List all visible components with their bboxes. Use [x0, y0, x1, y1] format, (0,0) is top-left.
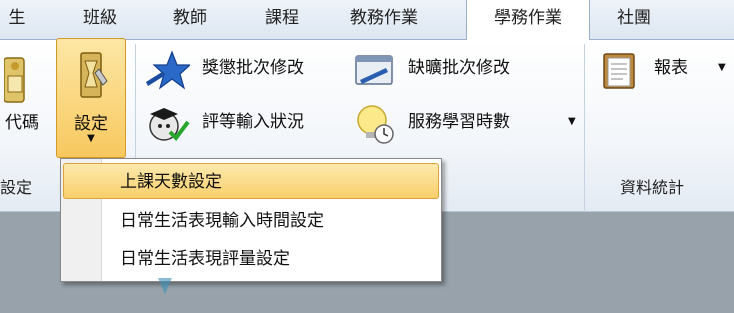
report-button[interactable]: 報表 ▼ [598, 50, 726, 89]
menu-item-daily-performance-evaluation-setting[interactable]: 日常生活表現評量設定 [63, 241, 439, 277]
reward-batch-modify-button[interactable]: 獎懲批次修改 [146, 50, 342, 90]
chevron-down-icon: ▼ [568, 116, 576, 127]
group-separator [584, 44, 585, 212]
star-icon [146, 50, 190, 90]
graduate-check-icon [149, 108, 190, 142]
settings-button[interactable]: 設定 ▼ [56, 38, 126, 158]
group-label-settings: 設定 [0, 178, 33, 197]
settings-dropdown-menu: 上課天數設定 日常生活表現輸入時間設定 日常生活表現評量設定 [60, 158, 442, 282]
settings-icon [80, 52, 108, 98]
code-button-label: 代碼 [5, 113, 39, 133]
absence-batch-modify-button[interactable]: 缺曠批次修改 [352, 50, 548, 86]
absence-sheet-icon [355, 55, 393, 85]
settings-button-label: 設定 [74, 114, 108, 134]
background-shape [158, 278, 172, 294]
absence-batch-modify-label: 缺曠批次修改 [408, 58, 510, 78]
service-learning-hours-button[interactable]: 服務學習時數 ▼ [352, 104, 576, 144]
menu-item-class-days-setting[interactable]: 上課天數設定 [63, 163, 439, 199]
chevron-down-icon: ▼ [718, 62, 726, 73]
chevron-down-icon: ▼ [87, 133, 95, 144]
group-label-data-statistics: 資料統計 [620, 178, 685, 197]
tab-student[interactable]: 生 [0, 0, 34, 40]
rating-input-status-label: 評等輸入狀況 [202, 112, 304, 132]
tab-teacher[interactable]: 教師 [160, 0, 220, 40]
tab-course[interactable]: 課程 [252, 0, 312, 40]
tab-club[interactable]: 社團 [604, 0, 664, 40]
report-label: 報表 [654, 58, 688, 78]
tab-student-affairs[interactable]: 學務作業 [466, 0, 590, 41]
clipboard-icon [603, 53, 635, 89]
reward-batch-modify-label: 獎懲批次修改 [202, 58, 304, 78]
ribbon-tab-strip: 生 班級 教師 課程 教務作業 學務作業 社團 [0, 0, 734, 41]
tab-academic-affairs[interactable]: 教務作業 [332, 0, 436, 40]
code-icon [4, 57, 25, 103]
menu-item-daily-performance-input-time-setting[interactable]: 日常生活表現輸入時間設定 [63, 203, 439, 239]
tab-class[interactable]: 班級 [70, 0, 130, 40]
lightbulb-clock-icon [357, 105, 394, 144]
code-button[interactable]: 代碼 [0, 44, 52, 154]
service-learning-hours-label: 服務學習時數 [408, 112, 510, 132]
rating-input-status-button[interactable]: 評等輸入狀況 [146, 104, 342, 142]
